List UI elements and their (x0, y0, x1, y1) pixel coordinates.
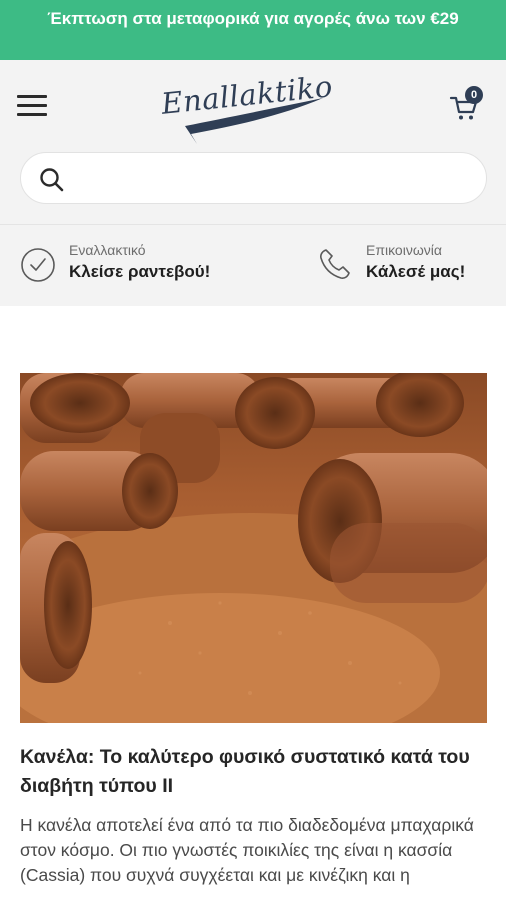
cinnamon-photo (20, 373, 487, 723)
search-icon[interactable] (39, 167, 65, 193)
book-appointment-link[interactable]: Εναλλακτικό Κλείσε ραντεβού! (20, 241, 260, 291)
logo-swoosh-icon (185, 98, 323, 144)
site-header: Enallaktiko 0 (0, 60, 506, 224)
article-excerpt: Η κανέλα αποτελεί ένα από τα πιο διαδεδο… (20, 815, 474, 885)
hamburger-menu-icon[interactable] (17, 95, 47, 119)
appointment-caption: Εναλλακτικό (69, 242, 146, 258)
contact-strip: Εναλλακτικό Κλείσε ραντεβού! Επικοινωνία… (0, 224, 506, 306)
call-us-link[interactable]: Επικοινωνία Κάλεσέ μας! (318, 241, 493, 291)
phone-icon (320, 249, 350, 279)
search-input[interactable] (77, 163, 467, 193)
promo-text: Έκπτωση στα μεταφορικά για αγορές άνω τω… (47, 9, 459, 28)
clock-icon (21, 248, 55, 282)
article-title[interactable]: Κανέλα: Το καλύτερο φυσικό συστατικό κατ… (20, 743, 490, 801)
cart-count-badge: 0 (465, 86, 483, 104)
site-logo[interactable]: Enallaktiko (155, 68, 335, 148)
article-image[interactable] (20, 373, 487, 723)
search-bar[interactable] (20, 152, 487, 204)
cart-button[interactable]: 0 (447, 86, 487, 126)
promo-banner: Έκπτωση στα μεταφορικά για αγορές άνω τω… (0, 0, 506, 60)
call-caption: Επικοινωνία (366, 242, 442, 258)
appointment-label: Κλείσε ραντεβού! (69, 262, 211, 281)
call-label: Κάλεσέ μας! (366, 262, 466, 281)
